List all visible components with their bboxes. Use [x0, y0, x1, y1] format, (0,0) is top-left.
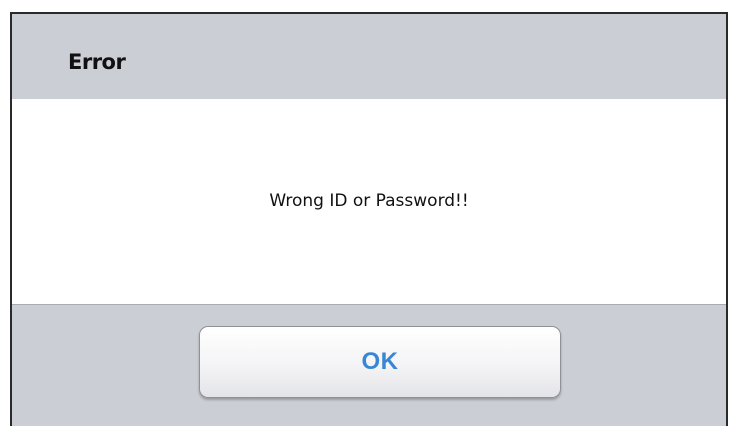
dialog-title: Error	[68, 50, 126, 74]
error-dialog: Error Wrong ID or Password!! OK	[10, 12, 728, 426]
dialog-footer: OK	[12, 305, 726, 426]
ok-button[interactable]: OK	[199, 326, 561, 398]
dialog-body: Wrong ID or Password!!	[12, 99, 726, 305]
dialog-header: Error	[12, 14, 726, 99]
ok-button-label: OK	[361, 348, 399, 375]
error-message: Wrong ID or Password!!	[269, 191, 469, 211]
